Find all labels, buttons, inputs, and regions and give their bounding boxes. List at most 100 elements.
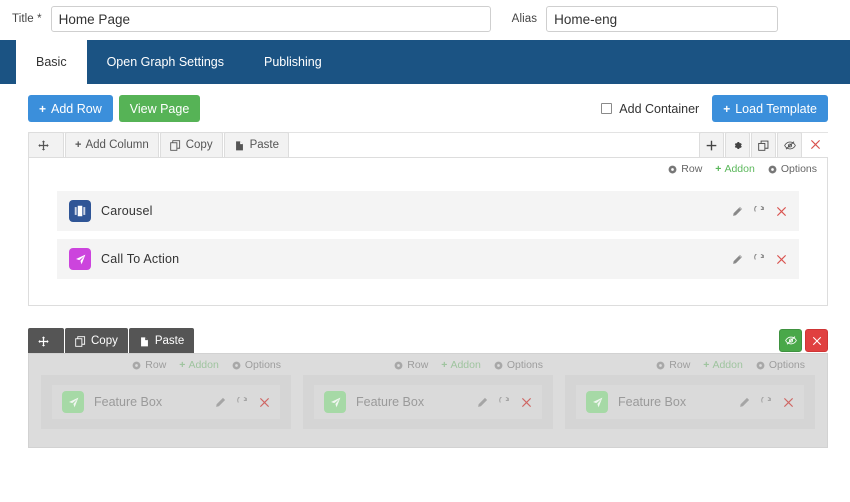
row-2-column-3-inner: Feature Box [565,375,815,429]
addon-feature-box[interactable]: Feature Box [314,385,542,419]
pencil-icon[interactable] [732,206,743,217]
addon-feature-box-tools [739,396,794,408]
close-icon[interactable] [776,254,787,265]
row-2-column-1-meta-row-label: Row [145,359,167,371]
title-label: Title * [12,13,42,25]
row-2-column-2-meta-addon-label: Addon [450,359,481,371]
page-fields-bar: Title * Alias [0,0,850,38]
builder-content: + Add Row View Page Add Container + Load… [0,84,850,502]
row-1-settings-icon-button[interactable] [725,132,750,157]
move-icon [38,335,49,347]
row-1-tabbar: + Add Column Copy Paste [28,132,828,157]
row-1-add-column-label: Add Column [85,139,149,151]
row-1-add-column-button[interactable]: + Add Column [65,132,159,157]
close-icon[interactable] [259,397,270,408]
row-2-column-3-meta-row[interactable]: Row [656,359,690,371]
row-2-column-1-meta-addon-label: Addon [188,359,219,371]
alias-input[interactable] [546,6,779,32]
pencil-icon[interactable] [215,397,226,408]
row-2-column-1-meta-row[interactable]: Row [132,359,166,371]
checkbox-box [601,103,613,114]
row-2-column-3-meta-bar: Row + Addon Options [565,354,815,375]
addon-carousel-tools [732,205,787,217]
row-2-column-2-meta-row[interactable]: Row [394,359,428,371]
copy-icon [75,335,86,347]
row-1: + Add Column Copy Paste Row + Addon Opti… [28,132,828,306]
addon-call-to-action-label: Call To Action [101,252,180,266]
paste-icon [234,140,245,151]
row-2-column-1-meta-options[interactable]: Options [232,359,281,371]
row-2-column-3-meta-addon-label: Addon [712,359,743,371]
addon-feature-box[interactable]: Feature Box [52,385,280,419]
row-1-meta-row[interactable]: Row [668,163,702,175]
row-2-column-2-meta-row-label: Row [407,359,429,371]
row-2-copy-button[interactable]: Copy [65,328,128,353]
row-2-column-2: Row + Addon Options Feature Box [303,354,553,429]
move-icon [38,139,49,151]
pencil-icon[interactable] [732,254,743,265]
add-container-checkbox[interactable]: Add Container [601,102,699,116]
add-row-button[interactable]: + Add Row [28,95,113,122]
addon-feature-box-label: Feature Box [356,395,425,409]
close-icon[interactable] [783,397,794,408]
title-input[interactable] [50,6,491,32]
load-template-label: Load Template [735,101,817,116]
addon-feature-box-tools [215,396,270,408]
row-2-body: Row + Addon Options Feature Box Row + Ad… [28,353,828,448]
row-1-meta-row-label: Row [681,163,703,175]
plus-icon: + [703,359,710,371]
row-2: Copy Paste Row + Addon Options Feature B… [28,328,828,448]
row-1-paste-button[interactable]: Paste [223,132,290,157]
pencil-icon[interactable] [477,397,488,408]
row-1-add-icon-button[interactable] [699,132,724,157]
row-2-column-1-meta-addon[interactable]: + Addon [179,359,219,371]
row-1-hide-icon-button[interactable] [777,132,802,157]
row-2-paste-button[interactable]: Paste [128,328,195,353]
reload-icon[interactable] [237,396,248,408]
gear-circle-icon [132,361,141,370]
row-2-column-3-meta-options[interactable]: Options [756,359,805,371]
row-2-column-2-meta-addon[interactable]: + Addon [441,359,481,371]
row-1-meta-addon[interactable]: + Addon [715,163,755,175]
load-template-button[interactable]: + Load Template [712,95,828,122]
row-2-column-3-meta-addon[interactable]: + Addon [703,359,743,371]
row-1-move-handle[interactable] [28,132,64,157]
tab-publishing-label: Publishing [264,55,322,69]
gear-circle-icon [394,361,403,370]
row-2-move-handle[interactable] [28,328,64,353]
plus-icon: + [75,139,82,151]
addon-feature-box[interactable]: Feature Box [576,385,804,419]
reload-icon[interactable] [754,205,765,217]
paper-plane-icon [62,391,84,413]
row-2-column-3: Row + Addon Options Feature Box [565,354,815,429]
row-1-column-1: Carousel Call To Action [43,179,813,291]
row-1-meta-options[interactable]: Options [768,163,817,175]
row-1-delete-button[interactable] [803,132,828,157]
alias-label: Alias [511,13,538,25]
row-2-paste-label: Paste [154,335,185,347]
row-2-show-hide-button[interactable] [779,329,802,352]
row-2-icon-buttons [776,328,828,353]
addon-call-to-action[interactable]: Call To Action [57,239,799,279]
reload-icon[interactable] [754,253,765,265]
reload-icon[interactable] [499,396,510,408]
add-row-label: Add Row [51,101,102,116]
row-2-delete-button[interactable] [805,329,828,352]
row-1-duplicate-icon-button[interactable] [751,132,776,157]
gear-icon [232,361,241,370]
view-page-button[interactable]: View Page [118,95,201,122]
row-1-copy-button[interactable]: Copy [159,132,223,157]
pencil-icon[interactable] [739,397,750,408]
tab-basic[interactable]: Basic [16,40,87,84]
builder-toolbar: + Add Row View Page Add Container + Load… [0,84,850,133]
close-icon[interactable] [776,206,787,217]
row-2-columns: Row + Addon Options Feature Box Row + Ad… [29,354,827,429]
reload-icon[interactable] [761,396,772,408]
plus-icon: + [715,163,722,175]
tab-publishing[interactable]: Publishing [244,40,342,84]
close-icon[interactable] [521,397,532,408]
row-2-column-2-meta-options[interactable]: Options [494,359,543,371]
addon-carousel-label: Carousel [101,204,153,218]
addon-carousel[interactable]: Carousel [57,191,799,231]
tab-open-graph-settings[interactable]: Open Graph Settings [87,40,244,84]
